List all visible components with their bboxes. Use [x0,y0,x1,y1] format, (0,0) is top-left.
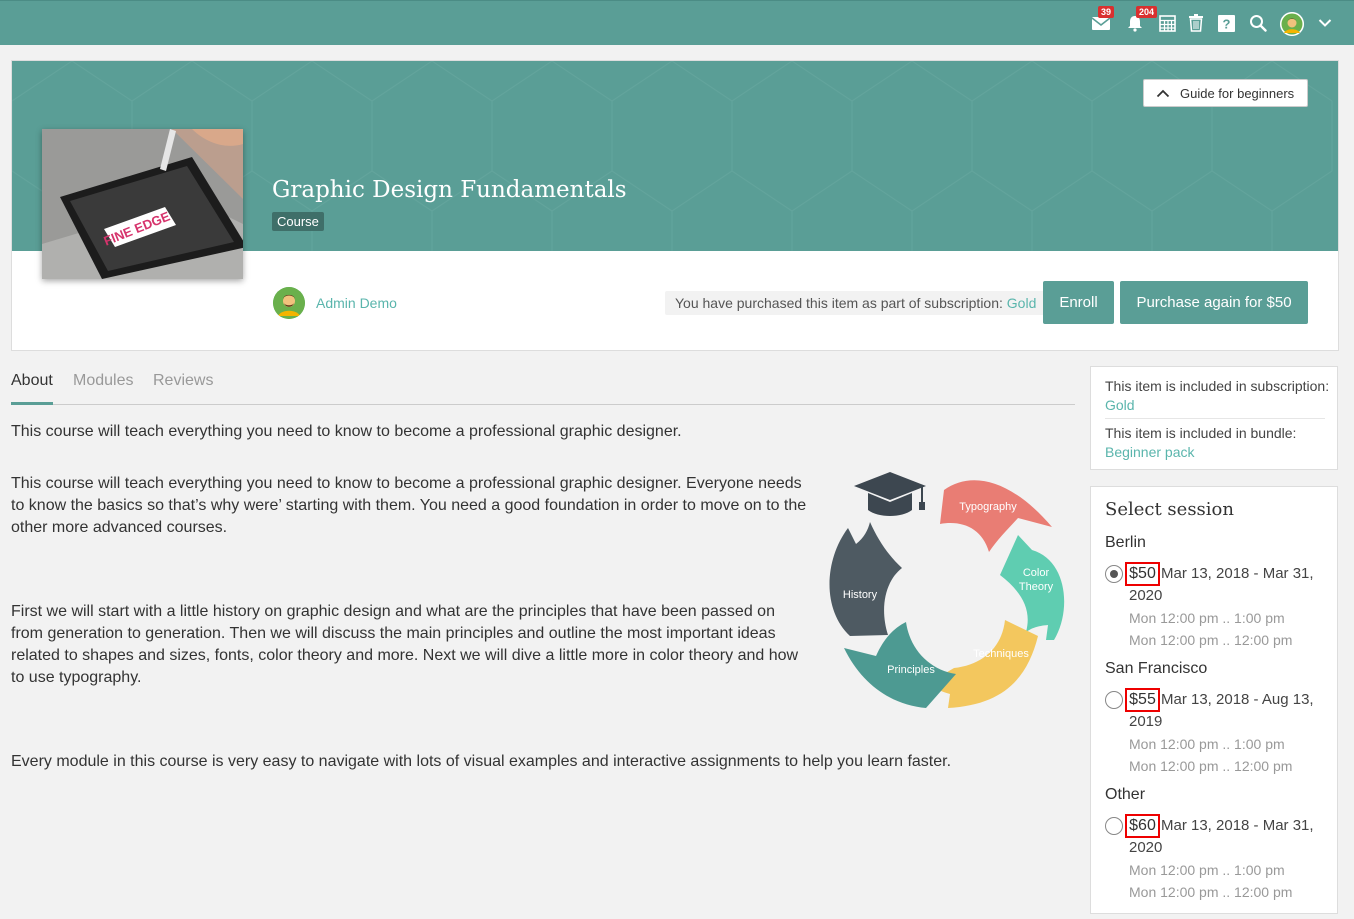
diagram-label-theory: Theory [1019,581,1054,593]
session-time: Mon 12:00 pm .. 1:00 pm [1129,610,1285,626]
bundle-link[interactable]: Beginner pack [1105,444,1195,460]
tab-about[interactable]: About [11,372,53,390]
typography-segment [940,480,1052,552]
course-thumbnail: FINE EDGE [42,129,243,279]
diagram-label-history: History [843,589,878,601]
guide-button-label: Guide for beginners [1180,85,1295,101]
tab-modules[interactable]: Modules [73,372,133,390]
tab-reviews[interactable]: Reviews [153,372,213,390]
session-time: Mon 12:00 pm .. 12:00 pm [1129,758,1293,774]
diagram-label-color: Color [1023,567,1050,579]
calendar-icon[interactable] [1156,12,1178,34]
author-name-link[interactable]: Admin Demo [316,295,397,311]
session-price: $55 [1125,688,1160,712]
session-city: Berlin [1105,534,1146,551]
bundle-info-text: This item is included in bundle: [1105,425,1297,441]
course-header-card: Graphic Design Fundamentals Course Guide… [11,60,1339,351]
purchase-note: You have purchased this item as part of … [665,291,1047,315]
messages-count-badge: 39 [1098,6,1115,18]
purchase-again-button[interactable]: Purchase again for $50 [1120,281,1308,324]
course-title: Graphic Design Fundamentals [272,177,627,203]
chevron-down-icon[interactable] [1314,12,1336,34]
divider [1105,418,1325,419]
notifications-count-badge: 204 [1136,6,1158,18]
course-cycle-diagram: Typography Color Theory Techniques Princ… [829,472,1065,708]
bell-icon[interactable]: 204 [1124,6,1158,34]
session-city: Other [1105,786,1146,803]
bundle-info: This item is included in bundle: Beginne… [1105,424,1330,462]
session-time: Mon 12:00 pm .. 1:00 pm [1129,736,1285,752]
session-time: Mon 12:00 pm .. 12:00 pm [1129,884,1293,900]
history-segment [829,522,902,636]
diagram-label-principles: Principles [887,664,935,676]
diagram-label-techniques: Techniques [973,648,1029,660]
search-icon[interactable] [1247,12,1269,34]
about-paragraph-3: Every module in this course is very easy… [11,753,952,770]
subscription-info-text: This item is included in subscription: [1105,378,1330,394]
subscription-info: This item is included in subscription: G… [1105,377,1330,415]
about-paragraph-1: This course will teach everything you ne… [11,475,807,536]
course-tabs: About Modules Reviews [11,366,1075,405]
trash-icon[interactable] [1185,12,1207,34]
session-radio-san-francisco[interactable] [1105,691,1123,709]
purchase-note-text: You have purchased this item as part of … [675,295,1003,311]
user-avatar[interactable] [1280,12,1304,36]
mail-icon[interactable]: 39 [1090,6,1115,34]
techniques-segment [927,620,1038,708]
svg-text:?: ? [1222,16,1230,31]
chevron-up-icon [1156,86,1170,101]
guide-for-beginners-button[interactable]: Guide for beginners [1143,79,1308,107]
enroll-button[interactable]: Enroll [1043,281,1114,324]
select-session-title: Select session [1105,499,1234,520]
graduation-cap-icon [854,472,926,516]
top-bar: 39 204 ? [0,0,1354,45]
session-radio-other[interactable] [1105,817,1123,835]
diagram-label-typography: Typography [959,501,1017,513]
session-city: San Francisco [1105,660,1208,677]
session-price: $60 [1125,814,1160,838]
subscription-gold-link[interactable]: Gold [1105,397,1135,413]
session-price: $50 [1125,562,1160,586]
about-paragraph-2: First we will start with a little histor… [11,603,799,686]
help-icon[interactable]: ? [1215,12,1237,34]
active-tab-indicator [11,402,53,405]
session-radio-berlin[interactable] [1105,565,1123,583]
select-session-card: Select session Berlin Mar 13, 2018 - Mar… [1090,486,1338,914]
inclusion-card: This item is included in subscription: G… [1090,366,1338,470]
about-intro: This course will teach everything you ne… [11,423,682,440]
author-avatar[interactable] [273,287,305,319]
purchase-subscription-link[interactable]: Gold [1007,295,1037,311]
session-time: Mon 12:00 pm .. 12:00 pm [1129,632,1293,648]
course-type-badge: Course [272,212,324,231]
session-time: Mon 12:00 pm .. 1:00 pm [1129,862,1285,878]
